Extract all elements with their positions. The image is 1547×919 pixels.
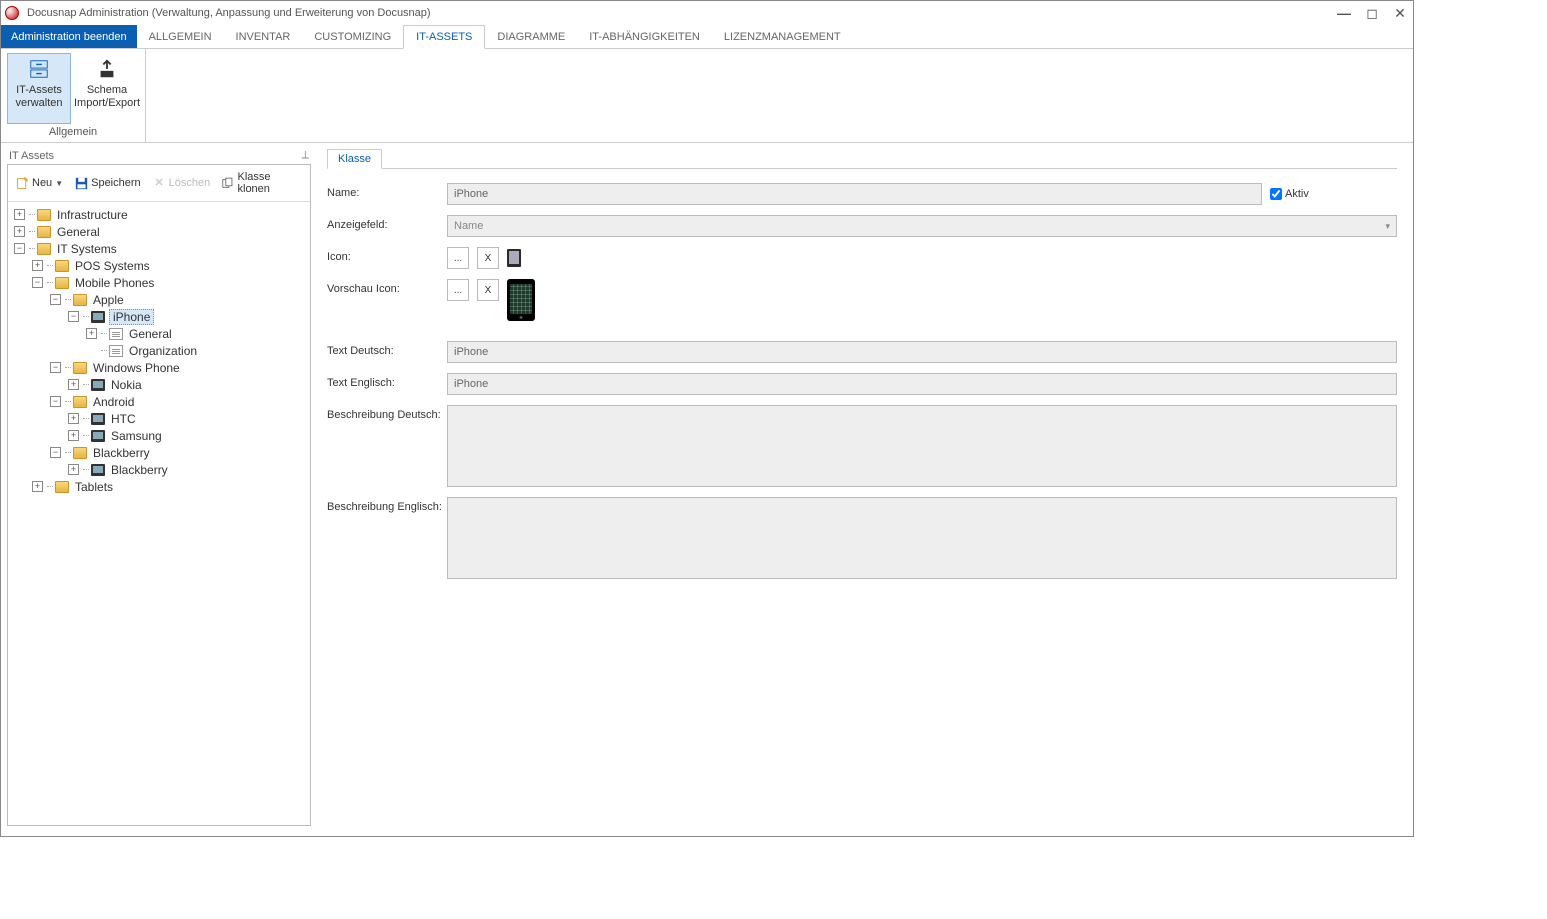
menu-bar: Administration beenden ALLGEMEIN INVENTA… <box>1 25 1413 49</box>
right-panel: Klasse Name: Aktiv Anzeigefeld: Name Ico… <box>321 143 1413 836</box>
tree-view[interactable]: +Infrastructure +General −IT Systems +PO… <box>8 202 310 499</box>
phone-icon <box>91 413 105 425</box>
ribbon-group-label: Allgemein <box>49 124 97 140</box>
tab-klasse[interactable]: Klasse <box>327 149 382 169</box>
row-text-de: Text Deutsch: <box>327 341 1397 363</box>
tree-node-apple[interactable]: −Apple <box>10 291 308 308</box>
window-title: Docusnap Administration (Verwaltung, Anp… <box>27 7 1335 19</box>
icon-preview-large <box>507 279 535 321</box>
row-vorschau-icon: Vorschau Icon: ... X <box>327 279 1397 321</box>
delete-icon: ✕ <box>153 177 166 190</box>
tree-node-infrastructure[interactable]: +Infrastructure <box>10 206 308 223</box>
tree-toolbar: Neu ▼ Speichern ✕ Löschen Klasse klonen <box>8 165 310 202</box>
row-text-en: Text Englisch: <box>327 373 1397 395</box>
cabinet-icon <box>28 58 50 80</box>
label-name: Name: <box>327 183 447 199</box>
tab-it-assets[interactable]: IT-ASSETS <box>403 25 485 49</box>
text-en-field[interactable] <box>447 373 1397 395</box>
label-text-de: Text Deutsch: <box>327 341 447 357</box>
ribbon: IT-Assetsverwalten SchemaImport/Export A… <box>1 49 1413 143</box>
tree-node-mobile-phones[interactable]: −Mobile Phones <box>10 274 308 291</box>
preview-icon-clear-button[interactable]: X <box>477 279 499 301</box>
import-export-icon <box>96 58 118 80</box>
ribbon-btn-label: SchemaImport/Export <box>74 84 140 110</box>
label-icon: Icon: <box>327 247 447 263</box>
ribbon-group-allgemein: IT-Assetsverwalten SchemaImport/Export A… <box>1 49 146 142</box>
titlebar: Docusnap Administration (Verwaltung, Anp… <box>1 1 1413 25</box>
clone-class-button[interactable]: Klasse klonen <box>218 169 306 197</box>
window-controls: — ◻ ✕ <box>1335 5 1409 22</box>
text-de-field[interactable] <box>447 341 1397 363</box>
tree-node-pos-systems[interactable]: +POS Systems <box>10 257 308 274</box>
minimize-button[interactable]: — <box>1335 5 1353 22</box>
tab-allgemein[interactable]: ALLGEMEIN <box>137 25 224 48</box>
left-panel-header: IT Assets ⟂ <box>7 149 311 164</box>
save-icon <box>75 177 88 190</box>
delete-button[interactable]: ✕ Löschen <box>149 175 215 192</box>
icon-preview-small <box>507 249 521 267</box>
row-beschr-de: Beschreibung Deutsch: <box>327 405 1397 487</box>
label-beschr-de: Beschreibung Deutsch: <box>327 405 447 421</box>
aktiv-checkbox[interactable]: Aktiv <box>1270 188 1309 200</box>
phone-icon <box>91 311 105 323</box>
label-beschr-en: Beschreibung Englisch: <box>327 497 447 513</box>
preview-icon-browse-button[interactable]: ... <box>447 279 469 301</box>
dropdown-arrow-icon: ▼ <box>55 179 63 188</box>
beschreibung-en-field[interactable] <box>447 497 1397 579</box>
new-icon <box>16 177 29 190</box>
close-button[interactable]: ✕ <box>1391 5 1409 22</box>
icon-clear-button[interactable]: X <box>477 247 499 269</box>
new-button[interactable]: Neu ▼ <box>12 175 67 192</box>
label-vorschau-icon: Vorschau Icon: <box>327 279 447 295</box>
app-icon <box>5 6 19 20</box>
pin-icon[interactable]: ⟂ <box>302 149 309 162</box>
maximize-button[interactable]: ◻ <box>1363 5 1381 22</box>
document-icon <box>109 345 123 357</box>
name-field[interactable] <box>447 183 1262 205</box>
tree-node-nokia[interactable]: +Nokia <box>10 376 308 393</box>
beschreibung-de-field[interactable] <box>447 405 1397 487</box>
phone-icon <box>91 464 105 476</box>
tree-node-android[interactable]: −Android <box>10 393 308 410</box>
content-area: IT Assets ⟂ Neu ▼ Speichern ✕ <box>1 143 1413 836</box>
tree-node-blackberry[interactable]: +Blackberry <box>10 461 308 478</box>
label-text-en: Text Englisch: <box>327 373 447 389</box>
app-window: Docusnap Administration (Verwaltung, Anp… <box>0 0 1414 837</box>
ribbon-schema-import-export[interactable]: SchemaImport/Export <box>75 53 139 124</box>
label-anzeigefeld: Anzeigefeld: <box>327 215 447 231</box>
ribbon-it-assets-verwalten[interactable]: IT-Assetsverwalten <box>7 53 71 124</box>
tree-node-it-systems[interactable]: −IT Systems <box>10 240 308 257</box>
tree-node-general[interactable]: +General <box>10 223 308 240</box>
row-beschr-en: Beschreibung Englisch: <box>327 497 1397 579</box>
tab-inventar[interactable]: INVENTAR <box>224 25 303 48</box>
tree-node-iphone-general[interactable]: +General <box>10 325 308 342</box>
row-anzeigefeld: Anzeigefeld: Name <box>327 215 1397 237</box>
tree-container: Neu ▼ Speichern ✕ Löschen Klasse klonen <box>7 164 311 826</box>
phone-icon <box>91 430 105 442</box>
tab-it-abhaengigkeiten[interactable]: IT-ABHÄNGIGKEITEN <box>577 25 712 48</box>
save-button[interactable]: Speichern <box>71 175 145 192</box>
left-panel: IT Assets ⟂ Neu ▼ Speichern ✕ <box>1 143 321 836</box>
ribbon-btn-label: IT-Assetsverwalten <box>15 84 62 110</box>
tree-node-iphone-organization[interactable]: Organization <box>10 342 308 359</box>
tab-diagramme[interactable]: DIAGRAMME <box>485 25 577 48</box>
detail-tabs: Klasse <box>327 149 1397 169</box>
tree-node-iphone[interactable]: −iPhone <box>10 308 308 325</box>
phone-icon <box>91 379 105 391</box>
icon-browse-button[interactable]: ... <box>447 247 469 269</box>
clone-icon <box>222 177 234 190</box>
row-icon: Icon: ... X <box>327 247 1397 269</box>
document-icon <box>109 328 123 340</box>
tree-node-tablets[interactable]: +Tablets <box>10 478 308 495</box>
row-name: Name: Aktiv <box>327 183 1397 205</box>
anzeigefeld-select[interactable]: Name <box>447 215 1397 237</box>
tab-customizing[interactable]: CUSTOMIZING <box>302 25 403 48</box>
end-administration-button[interactable]: Administration beenden <box>1 25 137 48</box>
tree-node-samsung[interactable]: +Samsung <box>10 427 308 444</box>
tree-node-blackberry-folder[interactable]: −Blackberry <box>10 444 308 461</box>
tree-node-windows-phone[interactable]: −Windows Phone <box>10 359 308 376</box>
tab-lizenzmanagement[interactable]: LIZENZMANAGEMENT <box>712 25 853 48</box>
tree-node-htc[interactable]: +HTC <box>10 410 308 427</box>
left-panel-title: IT Assets <box>9 150 54 162</box>
